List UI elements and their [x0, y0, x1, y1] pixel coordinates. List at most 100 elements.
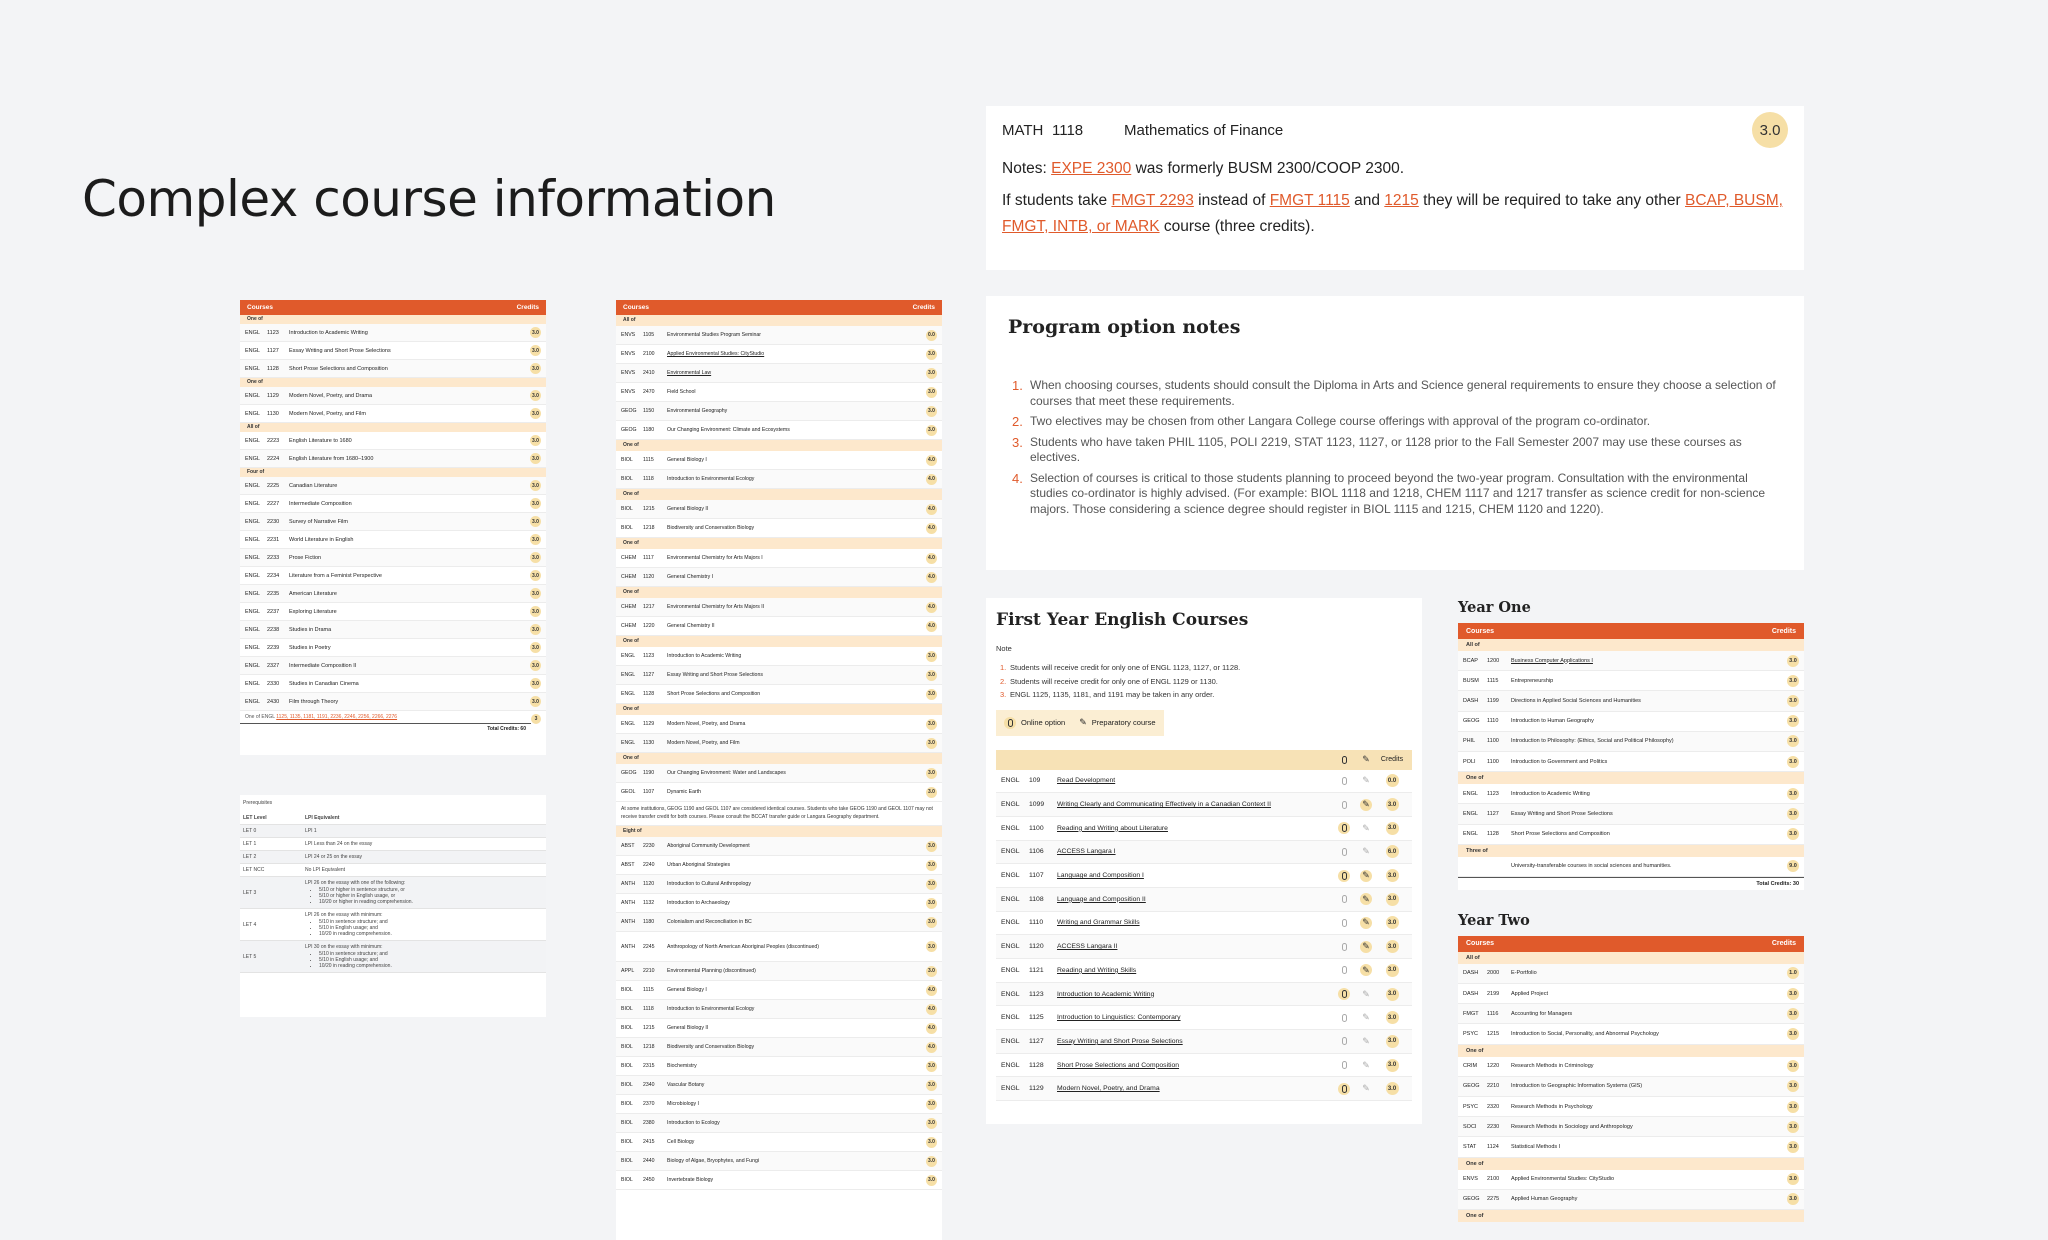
course-number: 2224: [267, 455, 280, 462]
course-subject: BIOL: [621, 1139, 633, 1145]
note-number: 3.: [1000, 690, 1007, 699]
course-title-link[interactable]: Writing and Grammar Skills: [1057, 919, 1333, 926]
course-title: Modern Novel, Poetry, and Drama: [289, 392, 373, 399]
page-title: Complex course information: [82, 170, 776, 228]
credit-badge: 4.0: [926, 1041, 937, 1053]
fmgt-2293-link[interactable]: FMGT 2293: [1111, 192, 1193, 209]
table-row: ANTH 1120 Introduction to Cultural Anthrop…: [616, 875, 942, 894]
course-subject: ANTH: [621, 943, 636, 950]
course-subject: ABST: [621, 843, 635, 849]
course-title-link[interactable]: Language and Composition II: [1057, 896, 1333, 903]
course-subject: ENGL: [245, 437, 260, 444]
credit-badge: 3.0: [530, 588, 541, 599]
table-row: ENGL 1123 Introduction to Academic Writing…: [1458, 784, 1804, 805]
table-row: ENGL 1130 Modern Novel, Poetry, and Film 3.…: [616, 734, 942, 753]
course-title-link[interactable]: Essay Writing and Short Prose Selections: [1057, 1038, 1333, 1045]
course-subject: ENGL: [1001, 872, 1020, 880]
expe-2300-link[interactable]: EXPE 2300: [1051, 160, 1131, 177]
course-subject: BIOL: [621, 1006, 633, 1012]
course-number: 2230: [1487, 1123, 1500, 1130]
course-subject: CRIM: [1463, 1063, 1478, 1070]
course-subject: ENGL: [245, 662, 260, 669]
course-title[interactable]: Environmental Law: [667, 370, 926, 376]
course-subject: ANTH: [621, 881, 636, 887]
course-number: 2430: [267, 698, 280, 705]
course-title: Short Prose Selections and Composition: [289, 365, 388, 372]
table-row: ENVS 2100 Applied Environmental Studies: C…: [1458, 1170, 1804, 1190]
course-title[interactable]: Applied Environmental Studies: CityStudi…: [667, 351, 926, 357]
course-number: 2320: [1487, 1103, 1500, 1110]
table-row: ENGL 1107 Language and Composition I ✎ 3.0: [996, 864, 1412, 888]
note-text: Selection of courses is critical to thos…: [1030, 470, 1766, 516]
course-title-link[interactable]: Modern Novel, Poetry, and Drama: [1057, 1085, 1333, 1092]
table-body: ENGL 109 Read Development ✎ 0.0 ENGL 1099 Writi…: [996, 770, 1412, 1102]
course-subject: CHEM: [621, 604, 637, 610]
table-body: All of DASH 2000 E-Portfolio 1.0 DASH 2199 Appl…: [1458, 951, 1804, 1222]
credit-badge: 3.0: [926, 1098, 937, 1110]
course-1215-link[interactable]: 1215: [1384, 192, 1418, 209]
lpi-equivalent: No LPI Equivalent: [305, 867, 543, 873]
note-number: 2.: [1000, 676, 1007, 686]
table-row: ENGL 1129 Modern Novel, Poetry, and Drama 3…: [240, 387, 546, 405]
table-header: Courses Credits: [240, 300, 546, 315]
credit-badge: 3.0: [1385, 798, 1399, 812]
course-number: 2327: [267, 662, 280, 669]
table-row: BIOL 1115 General Biology I 4.0: [616, 451, 942, 470]
course-number: 2415: [643, 1139, 655, 1145]
course-number: 2100: [643, 351, 655, 357]
table-header: Courses Credits: [1458, 935, 1804, 952]
course-number: 1107: [1029, 872, 1044, 880]
credit-cell: 3.0: [1377, 963, 1407, 977]
course-subject: ENGL: [245, 482, 260, 489]
course-title: Modern Novel, Poetry, and Drama: [667, 721, 746, 727]
course-title-link[interactable]: Read Development: [1057, 777, 1333, 784]
course-title[interactable]: Business Computer Applications I: [1511, 658, 1787, 664]
course-title-link[interactable]: Introduction to Academic Writing: [1057, 991, 1333, 998]
credit-badge: 3.0: [530, 498, 541, 509]
course-title-link[interactable]: Language and Composition I: [1057, 872, 1333, 879]
course-title-link[interactable]: ACCESS Langara I: [1057, 848, 1333, 855]
course-number: 1129: [643, 721, 655, 727]
year-two-title: Year Two: [1458, 911, 1530, 929]
course-number: 2450: [643, 1177, 655, 1183]
course-subject: BIOL: [621, 506, 633, 512]
pencil-icon: ✎: [1362, 1059, 1370, 1070]
course-number: 1125: [1029, 1014, 1044, 1022]
lpi-level: LET 4: [243, 921, 257, 928]
credit-badge: 3.0: [926, 718, 937, 730]
credit-badge: 3.0: [1787, 694, 1799, 707]
course-title-link[interactable]: Reading and Writing about Literature: [1057, 825, 1333, 832]
group-label: One of: [240, 378, 546, 387]
credit-cell: 3.0: [1377, 1058, 1407, 1072]
course-number: 2100: [1487, 1176, 1500, 1183]
table-row: ANTH 1132 Introduction to Archaeology 3.0: [616, 894, 942, 913]
course-title: Short Prose Selections and Composition: [667, 691, 761, 697]
course-title-link[interactable]: Writing Clearly and Communicating Effect…: [1057, 801, 1333, 808]
course-title-link[interactable]: Short Prose Selections and Composition: [1057, 1062, 1333, 1069]
course-number: 1127: [1487, 810, 1499, 817]
table-row: ENGL 1099 Writing Clearly and Communicatin…: [996, 793, 1412, 817]
course-subject: ENGL: [1001, 919, 1020, 927]
course-subject: BIOL: [621, 1177, 633, 1183]
course-title-link[interactable]: ACCESS Langara II: [1057, 943, 1333, 950]
course-title-link[interactable]: Introduction to Linguistics: Contemporar…: [1057, 1014, 1333, 1021]
course-title: E-Portfolio: [1511, 970, 1537, 977]
course-title-link[interactable]: Reading and Writing Skills: [1057, 967, 1333, 974]
course-title: Applied Project: [1511, 990, 1548, 997]
one-of-links[interactable]: 1125, 1135, 1181, 1191, 2236, 2246, 2256…: [276, 714, 397, 720]
table-row: BIOL 1215 General Biology II 4.0: [616, 500, 942, 519]
table-header: ✎ Credits: [996, 749, 1412, 770]
course-title: Intermediate Composition II: [289, 662, 357, 669]
course-title: Colonialism and Reconciliation in BC: [667, 919, 752, 925]
total-credits: Total Credits: 60: [240, 723, 531, 734]
table-row: GEOG 1110 Introduction to Human Geography 3…: [1458, 712, 1804, 732]
section-title: First Year English Courses: [996, 610, 1249, 630]
fmgt-1115-link[interactable]: FMGT 1115: [1270, 192, 1350, 209]
table-row: University-transferable courses in socia…: [1458, 857, 1804, 877]
table-row: ENGL 2237 Exploring Literature 3.0: [240, 603, 546, 621]
lpi-level: LET 0: [243, 828, 257, 834]
course-number: 2370: [643, 1101, 655, 1107]
credit-badge: 3.0: [530, 390, 541, 401]
course-subject: GEOG: [1463, 1083, 1480, 1090]
table-row: CHEM 1120 General Chemistry I 4.0: [616, 568, 942, 587]
